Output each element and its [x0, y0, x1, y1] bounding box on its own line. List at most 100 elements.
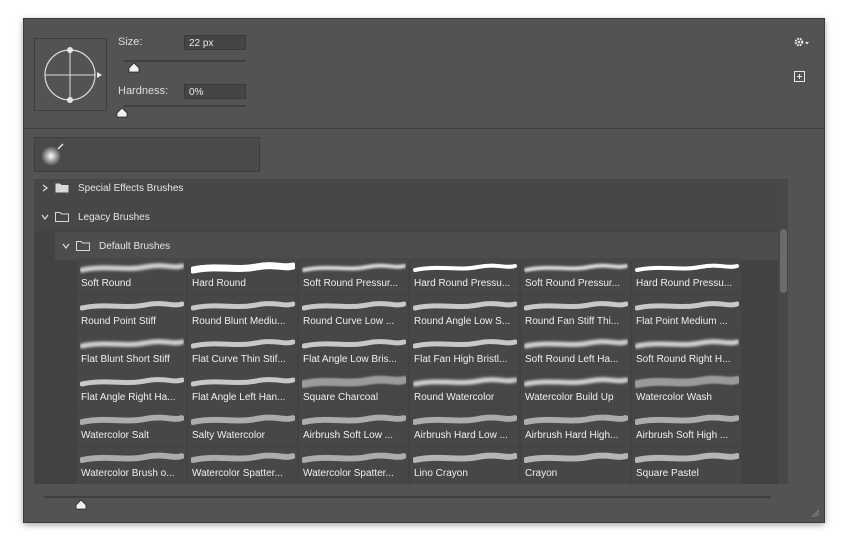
brush-stroke-preview — [413, 414, 517, 425]
brush-stroke-preview — [191, 377, 295, 387]
brush-preset[interactable]: Hard Round Pressu... — [632, 258, 741, 295]
preview-size-slider-track[interactable] — [44, 496, 771, 498]
brush-preset-label: Watercolor Spatter... — [192, 468, 283, 479]
brush-preset[interactable]: Watercolor Spatter... — [299, 448, 408, 484]
brush-preset-label: Square Pastel — [636, 468, 699, 479]
brush-preset[interactable]: Lino Crayon — [410, 448, 519, 484]
chevron-down-icon[interactable] — [40, 212, 50, 222]
brush-stroke-preview — [635, 375, 739, 388]
brush-preset[interactable]: Crayon — [521, 448, 630, 484]
brush-stroke-preview — [413, 452, 517, 463]
brush-stroke-preview — [191, 414, 295, 425]
brush-preset[interactable]: Airbrush Hard Low ... — [410, 410, 519, 447]
brush-preset[interactable]: Watercolor Salt — [77, 410, 186, 447]
brush-preset[interactable]: Soft Round Left Ha... — [521, 334, 630, 371]
brush-preset-label: Lino Crayon — [414, 468, 468, 479]
brush-preset[interactable]: Round Angle Low S... — [410, 296, 519, 333]
brush-preset[interactable]: Round Watercolor — [410, 372, 519, 409]
brush-preset[interactable]: Round Point Stiff — [77, 296, 186, 333]
brush-preset-label: Crayon — [525, 468, 558, 479]
size-slider-thumb[interactable] — [128, 63, 140, 73]
brush-preset-label: Round Blunt Mediu... — [192, 316, 286, 327]
chevron-down-icon[interactable] — [61, 241, 71, 251]
folder-label: Legacy Brushes — [78, 212, 150, 223]
new-preset-icon[interactable] — [794, 71, 805, 82]
brush-preset-label: Round Angle Low S... — [414, 316, 511, 327]
brush-stroke-preview — [413, 301, 517, 311]
vertical-scrollbar[interactable] — [778, 179, 788, 484]
brush-preset[interactable]: Hard Round — [188, 258, 297, 295]
brush-preset-label: Soft Round Pressur... — [525, 278, 621, 289]
brush-preset[interactable]: Flat Curve Thin Stif... — [188, 334, 297, 371]
brush-preset-label: Flat Angle Left Han... — [192, 392, 286, 403]
brush-preset[interactable]: Salty Watercolor — [188, 410, 297, 447]
size-slider-track[interactable] — [124, 60, 246, 62]
resize-grip-icon[interactable] — [810, 508, 820, 518]
brush-stroke-preview — [302, 263, 406, 272]
vertical-scrollbar-thumb[interactable] — [780, 229, 787, 293]
brush-preset[interactable]: Airbrush Soft Low ... — [299, 410, 408, 447]
gear-icon[interactable] — [793, 36, 811, 48]
brush-preset[interactable]: Flat Angle Low Bris... — [299, 334, 408, 371]
brush-preset-label: Flat Point Medium ... — [636, 316, 728, 327]
brush-stroke-preview — [80, 301, 184, 311]
brush-preset[interactable]: Soft Round — [77, 258, 186, 295]
brush-preset[interactable]: Watercolor Wash — [632, 372, 741, 409]
brush-preset-label: Hard Round Pressu... — [636, 278, 733, 289]
brush-preset[interactable]: Flat Point Medium ... — [632, 296, 741, 333]
folder-open-icon — [76, 241, 90, 251]
preview-size-slider-thumb[interactable] — [75, 500, 87, 510]
brush-preset[interactable]: Watercolor Brush o... — [77, 448, 186, 484]
brush-preset[interactable]: Watercolor Spatter... — [188, 448, 297, 484]
brush-stroke-preview — [191, 452, 295, 463]
brush-stroke-preview — [80, 263, 184, 273]
recent-brushes — [34, 137, 260, 172]
brush-tip-preview[interactable] — [34, 38, 107, 111]
brush-preset[interactable]: Round Blunt Mediu... — [188, 296, 297, 333]
folder-special-effects[interactable]: Special Effects Brushes — [34, 179, 778, 202]
brush-preset-label: Soft Round Right H... — [636, 354, 731, 365]
brush-stroke-preview — [524, 301, 628, 311]
size-input[interactable]: 22 px — [184, 35, 246, 50]
brush-stroke-preview — [413, 377, 517, 387]
brush-preset-label: Airbrush Hard Low ... — [414, 430, 508, 441]
brush-preset-label: Watercolor Brush o... — [81, 468, 175, 479]
brush-preset[interactable]: Flat Angle Left Han... — [188, 372, 297, 409]
brush-list: Special Effects Brushes Legacy Brushes D… — [34, 179, 778, 484]
brush-preset[interactable]: Flat Blunt Short Stiff — [77, 334, 186, 371]
brush-stroke-preview — [635, 301, 739, 311]
folder-icon — [55, 183, 69, 193]
brush-preset-label: Watercolor Spatter... — [303, 468, 394, 479]
brush-preset[interactable]: Watercolor Build Up — [521, 372, 630, 409]
brush-preset[interactable]: Square Pastel — [632, 448, 741, 484]
folder-legacy-brushes[interactable]: Legacy Brushes — [34, 203, 778, 231]
brush-preset[interactable]: Soft Round Pressur... — [299, 258, 408, 295]
brush-stroke-preview — [524, 414, 628, 425]
brush-preset[interactable]: Soft Round Right H... — [632, 334, 741, 371]
hardness-slider-thumb[interactable] — [116, 108, 128, 118]
brush-preset-label: Airbrush Soft Low ... — [303, 430, 394, 441]
hardness-slider-track[interactable] — [124, 105, 246, 107]
brush-preset[interactable]: Round Fan Stiff Thi... — [521, 296, 630, 333]
brush-preset[interactable]: Airbrush Hard High... — [521, 410, 630, 447]
brush-preset-label: Flat Blunt Short Stiff — [81, 354, 170, 365]
brush-preset[interactable]: Soft Round Pressur... — [521, 258, 630, 295]
recent-brush-soft-round[interactable] — [39, 142, 65, 168]
brush-preset[interactable]: Flat Angle Right Ha... — [77, 372, 186, 409]
brush-preset-label: Airbrush Soft High ... — [636, 430, 729, 441]
folder-default-brushes[interactable]: Default Brushes — [55, 232, 778, 260]
brush-preset[interactable]: Round Curve Low ... — [299, 296, 408, 333]
brush-preset[interactable]: Square Charcoal — [299, 372, 408, 409]
brush-stroke-preview — [302, 452, 406, 463]
chevron-right-icon[interactable] — [40, 183, 50, 193]
folder-open-icon — [55, 212, 69, 222]
brush-stroke-preview — [191, 339, 295, 349]
brush-preset-label: Round Fan Stiff Thi... — [525, 316, 620, 327]
brush-preset[interactable]: Airbrush Soft High ... — [632, 410, 741, 447]
section-divider — [24, 128, 824, 129]
brush-stroke-preview — [524, 263, 628, 272]
hardness-input[interactable]: 0% — [184, 84, 246, 99]
brush-preset[interactable]: Hard Round Pressu... — [410, 258, 519, 295]
brush-angle-roundness-control[interactable] — [35, 39, 106, 110]
brush-preset[interactable]: Flat Fan High Bristl... — [410, 334, 519, 371]
